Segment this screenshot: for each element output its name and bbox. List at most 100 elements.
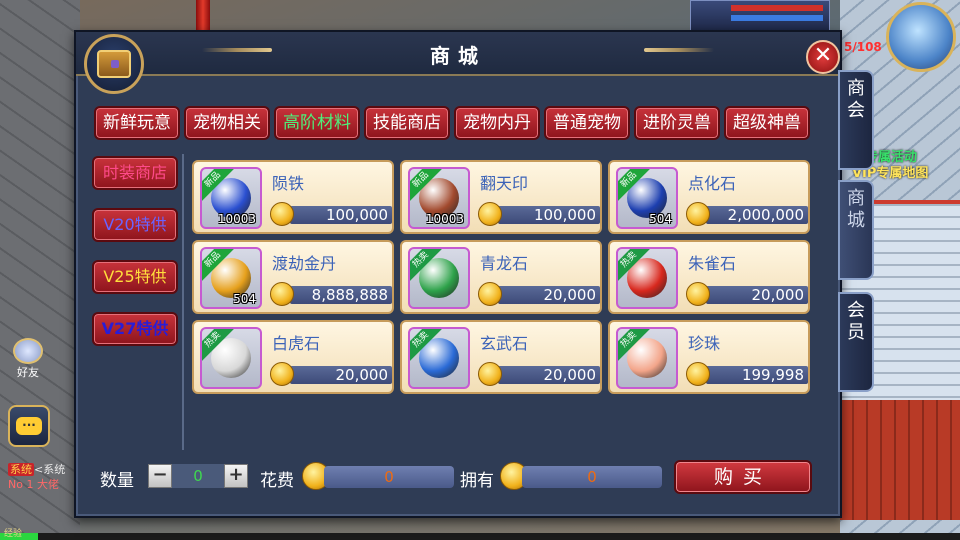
side-tab-v20[interactable]: V20特供 <box>92 208 178 242</box>
shop-item[interactable]: 新品 504 点化石 2,000,000 <box>608 160 810 234</box>
shop-item[interactable]: 新品 10003 陨铁 100,000 <box>192 160 394 234</box>
side-tab-fashion-shop[interactable]: 时装商店 <box>92 156 178 190</box>
coin-icon <box>478 282 502 306</box>
owned-label: 拥有 <box>460 471 494 491</box>
divider <box>182 154 184 450</box>
treasure-chest-icon <box>84 34 144 94</box>
item-name: 朱雀石 <box>688 254 737 273</box>
coin-icon <box>478 362 502 386</box>
red-pillar <box>196 0 210 32</box>
item-name: 玄武石 <box>480 334 529 353</box>
category-tabs: 新鲜玩意 宠物相关 高阶材料 技能商店 宠物内丹 普通宠物 进阶灵兽 超级神兽 <box>94 106 810 140</box>
coin-icon <box>686 202 710 226</box>
tab-advanced-materials[interactable]: 高阶材料 <box>274 106 360 140</box>
item-price: 20,000 <box>498 286 600 304</box>
quantity-value[interactable]: 0 <box>172 464 224 488</box>
shop-window: 商城 ✕ 新鲜玩意 宠物相关 高阶材料 技能商店 宠物内丹 普通宠物 进阶灵兽 … <box>74 30 842 518</box>
item-price: 8,888,888 <box>290 286 392 304</box>
tab-novelties[interactable]: 新鲜玩意 <box>94 106 180 140</box>
item-price: 20,000 <box>706 286 808 304</box>
system-chat-line-2: No 1 大佬 <box>8 478 59 491</box>
mp-bar <box>731 15 823 21</box>
shop-item[interactable]: 热卖 朱雀石 20,000 <box>608 240 810 314</box>
tab-membership[interactable]: 会 员 <box>838 292 874 392</box>
system-tag: 系统 <box>8 463 34 476</box>
decrease-button[interactable]: − <box>148 464 172 488</box>
coin-icon <box>478 202 502 226</box>
side-tab-v25[interactable]: V25特供 <box>92 260 178 294</box>
tab-shop[interactable]: 商 城 <box>838 180 874 280</box>
pet-status-hud[interactable] <box>690 0 830 34</box>
system-chat-line-1: <系统 <box>34 463 66 476</box>
tab-label: 会 员 <box>847 300 865 343</box>
item-name: 珍珠 <box>688 334 721 353</box>
coin-icon <box>270 362 294 386</box>
shop-item[interactable]: 新品 10003 翻天印 100,000 <box>400 160 602 234</box>
game-world-left <box>0 0 80 540</box>
shop-item[interactable]: 热卖 珍珠 199,998 <box>608 320 810 394</box>
increase-button[interactable]: + <box>224 464 248 488</box>
tab-normal-pets[interactable]: 普通宠物 <box>544 106 630 140</box>
shop-item[interactable]: 热卖 青龙石 20,000 <box>400 240 602 314</box>
coin-icon <box>686 282 710 306</box>
cost-label: 花费 <box>260 471 294 491</box>
close-button[interactable]: ✕ <box>806 40 840 74</box>
tab-label: 商 城 <box>847 188 865 231</box>
item-name: 白虎石 <box>272 334 321 353</box>
tab-pet-cores[interactable]: 宠物内丹 <box>454 106 540 140</box>
item-grid: 新品 10003 陨铁 100,000 新品 10003 翻天印 100,000… <box>192 160 812 394</box>
item-price: 20,000 <box>498 366 600 384</box>
shop-item[interactable]: 热卖 玄武石 20,000 <box>400 320 602 394</box>
chat-button[interactable]: ··· <box>8 405 50 447</box>
item-icon: 热卖 <box>616 327 678 389</box>
player-avatar[interactable] <box>886 2 956 72</box>
tab-skill-shop[interactable]: 技能商店 <box>364 106 450 140</box>
item-name: 翻天印 <box>480 174 529 193</box>
item-icon: 新品 10003 <box>200 167 262 229</box>
item-name: 陨铁 <box>272 174 305 193</box>
coin-icon <box>270 202 294 226</box>
system-chat[interactable]: 系统 <系统 No 1 大佬 <box>8 462 78 492</box>
side-tab-v27[interactable]: V27特供 <box>92 312 178 346</box>
item-price: 2,000,000 <box>706 206 808 224</box>
shop-title: 商城 <box>430 44 486 68</box>
cost-value: 0 <box>324 466 454 488</box>
item-icon: 热卖 <box>200 327 262 389</box>
item-icon: 热卖 <box>408 247 470 309</box>
item-name: 渡劫金丹 <box>272 254 337 273</box>
tab-label: 商 会 <box>847 78 865 121</box>
quantity-stepper: − 0 + <box>148 464 248 488</box>
title-ornament-right <box>644 48 714 52</box>
experience-label: 经验 <box>4 529 23 539</box>
friends-label: 好友 <box>17 366 39 379</box>
quantity-label: 数量 <box>100 471 134 491</box>
tab-advanced-beasts[interactable]: 进阶灵兽 <box>634 106 720 140</box>
palace-building <box>840 400 960 520</box>
item-price: 100,000 <box>290 206 392 224</box>
purchase-bar: 数量 − 0 + 花费 0 拥有 0 购买 <box>76 454 840 516</box>
hud-counter: 5/108 <box>844 40 882 54</box>
coin-icon <box>270 282 294 306</box>
item-icon: 新品 10003 <box>408 167 470 229</box>
chest-shape <box>97 50 131 78</box>
friends-icon <box>13 338 43 364</box>
coin-icon <box>686 362 710 386</box>
experience-bar <box>0 533 960 540</box>
item-qty: 504 <box>233 292 256 306</box>
tab-super-beasts[interactable]: 超级神兽 <box>724 106 810 140</box>
item-icon: 新品 504 <box>200 247 262 309</box>
item-name: 点化石 <box>688 174 737 193</box>
buy-button[interactable]: 购买 <box>674 460 812 494</box>
friends-button[interactable]: 好友 <box>8 338 48 380</box>
tab-chamber-of-commerce[interactable]: 商 会 <box>838 70 874 170</box>
item-price: 199,998 <box>706 366 808 384</box>
item-icon: 热卖 <box>408 327 470 389</box>
shop-header: 商城 <box>76 32 840 76</box>
shop-item[interactable]: 热卖 白虎石 20,000 <box>192 320 394 394</box>
owned-value: 0 <box>522 466 662 488</box>
item-icon: 热卖 <box>616 247 678 309</box>
shop-item[interactable]: 新品 504 渡劫金丹 8,888,888 <box>192 240 394 314</box>
item-price: 20,000 <box>290 366 392 384</box>
tab-pet-related[interactable]: 宠物相关 <box>184 106 270 140</box>
item-qty: 10003 <box>217 212 256 226</box>
